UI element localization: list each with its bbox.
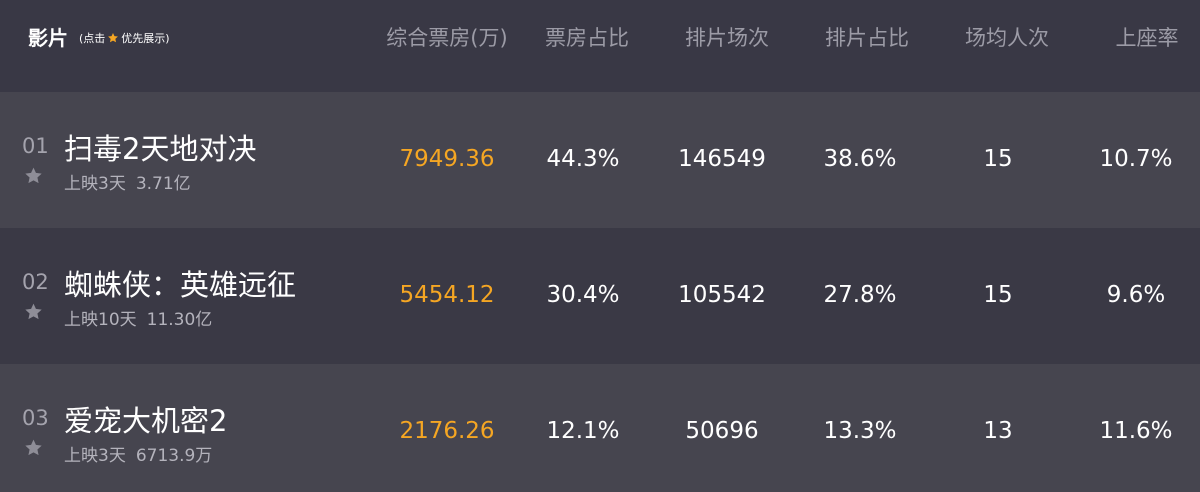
total-box-office: 3.71亿 bbox=[135, 174, 191, 194]
show-share-value: 13.3% bbox=[823, 418, 897, 444]
total-box-office: 6713.9万 bbox=[135, 446, 213, 466]
film-title[interactable]: 扫毒2天地对决 bbox=[64, 126, 256, 168]
star-icon[interactable] bbox=[23, 302, 44, 322]
show-share-value: 38.6% bbox=[823, 146, 897, 172]
box-share-value: 30.4% bbox=[546, 282, 620, 308]
shows-value: 105542 bbox=[678, 282, 766, 308]
box-office-value: 2176.26 bbox=[399, 418, 495, 444]
star-icon bbox=[108, 33, 119, 43]
show-share-value: 27.8% bbox=[823, 282, 897, 308]
header-box-share[interactable]: 票房占比 bbox=[545, 22, 629, 52]
release-days: 上映3天 bbox=[64, 446, 126, 466]
film-meta: 上映10天 11.30亿 bbox=[64, 305, 212, 330]
film-title[interactable]: 蜘蛛侠：英雄远征 bbox=[64, 262, 296, 304]
header-show-share[interactable]: 排片占比 bbox=[825, 22, 909, 52]
table-row[interactable]: 01 扫毒2天地对决 上映3天 3.71亿 7949.36 44.3% 14654… bbox=[0, 92, 1200, 228]
rank-number: 01 bbox=[22, 134, 49, 158]
total-box-office: 11.30亿 bbox=[146, 310, 213, 330]
rank-number: 02 bbox=[22, 270, 49, 294]
box-share-value: 44.3% bbox=[546, 146, 620, 172]
occupancy-value: 11.6% bbox=[1099, 418, 1173, 444]
table-row[interactable]: 03 爱宠大机密2 上映3天 6713.9万 2176.26 12.1% 5069… bbox=[0, 364, 1200, 492]
header-avg-people[interactable]: 场均人次 bbox=[965, 22, 1049, 52]
star-icon[interactable] bbox=[23, 166, 44, 186]
header-shows[interactable]: 排片场次 bbox=[685, 22, 769, 52]
box-office-value: 7949.36 bbox=[399, 146, 495, 172]
box-share-value: 12.1% bbox=[546, 418, 620, 444]
table-row[interactable]: 02 蜘蛛侠：英雄远征 上映10天 11.30亿 5454.12 30.4% 10… bbox=[0, 228, 1200, 364]
release-days: 上映10天 bbox=[64, 310, 137, 330]
film-column-header: 影片 bbox=[28, 26, 68, 50]
rank-number: 03 bbox=[22, 406, 49, 430]
avg-people-value: 15 bbox=[983, 282, 1013, 308]
film-meta: 上映3天 6713.9万 bbox=[64, 441, 212, 466]
star-icon[interactable] bbox=[23, 438, 44, 458]
hint-text-before: (点击 bbox=[79, 32, 106, 45]
hint-text-after: 优先展示) bbox=[121, 32, 170, 45]
film-meta: 上映3天 3.71亿 bbox=[64, 169, 191, 194]
avg-people-value: 15 bbox=[983, 146, 1013, 172]
avg-people-value: 13 bbox=[983, 418, 1013, 444]
occupancy-value: 10.7% bbox=[1099, 146, 1173, 172]
header-box-office[interactable]: 综合票房(万) bbox=[386, 22, 507, 52]
priority-hint: (点击 优先展示) bbox=[79, 30, 170, 46]
box-office-value: 5454.12 bbox=[399, 282, 495, 308]
header-occupancy[interactable]: 上座率 bbox=[1116, 22, 1179, 52]
box-office-board: 影片 (点击 优先展示) 综合票房(万) 票房占比 排片场次 排片占比 场均人次… bbox=[0, 0, 1200, 492]
table-header: 影片 (点击 优先展示) 综合票房(万) 票房占比 排片场次 排片占比 场均人次… bbox=[0, 0, 1200, 92]
shows-value: 146549 bbox=[678, 146, 766, 172]
occupancy-value: 9.6% bbox=[1106, 282, 1166, 308]
shows-value: 50696 bbox=[685, 418, 759, 444]
release-days: 上映3天 bbox=[64, 174, 126, 194]
film-title[interactable]: 爱宠大机密2 bbox=[64, 398, 227, 440]
